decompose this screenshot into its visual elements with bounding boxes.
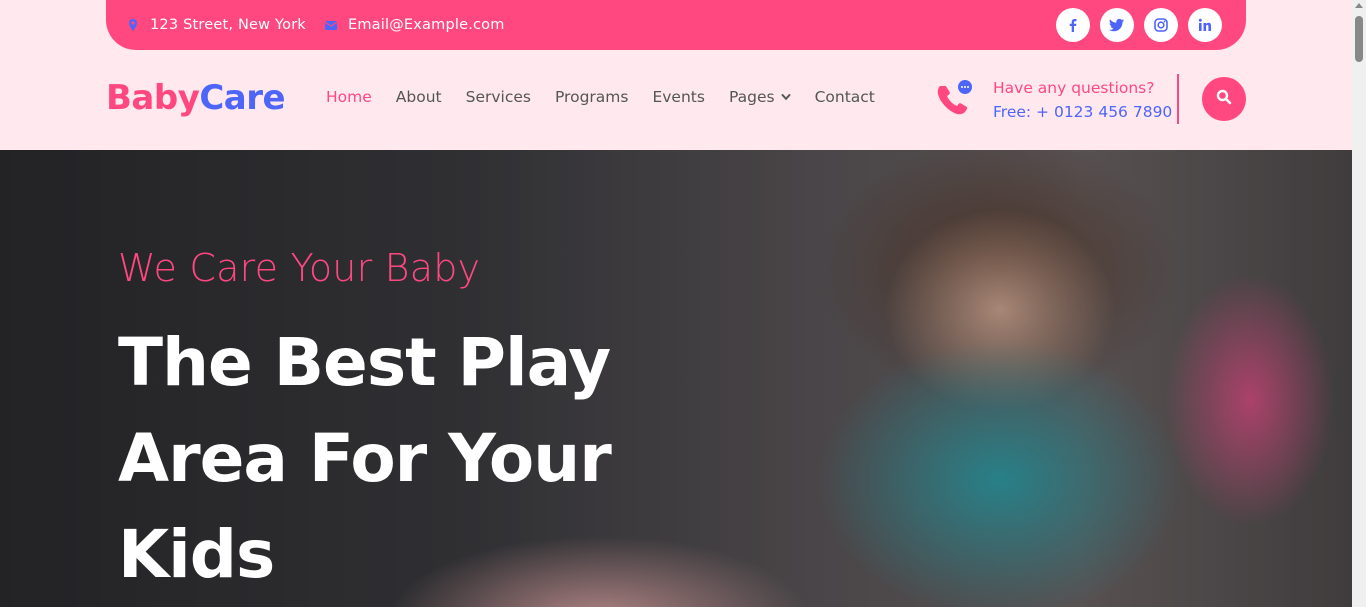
address-text: 123 Street, New York [150,17,306,33]
email-text: Email@Example.com [347,17,505,33]
nav-pages-label: Pages [728,88,775,106]
hero-section: We Care Your Baby The Best Play Area For… [0,150,1352,607]
search-button[interactable] [1202,77,1246,121]
nav-programs[interactable]: Programs [555,88,628,106]
main-nav: Home About Services Programs Events Page… [326,88,899,106]
twitter-icon[interactable] [1100,8,1134,42]
envelope-icon [324,18,338,32]
page-scrollbar[interactable] [1352,0,1366,607]
navbar: BabyCare Home About Services Programs Ev… [0,50,1366,150]
nav-events[interactable]: Events [652,88,704,106]
topbar-address: 123 Street, New York [126,17,306,33]
hero-subtitle: We Care Your Baby [118,246,481,290]
linkedin-icon[interactable] [1188,8,1222,42]
contact-info: Have any questions? Free: + 0123 456 789… [993,76,1172,124]
nav-contact[interactable]: Contact [815,88,875,106]
hero-title: The Best Play Area For Your Kids [118,324,612,593]
nav-home[interactable]: Home [326,88,372,106]
scroll-thumb[interactable] [1355,16,1363,62]
contact-question: Have any questions? [993,79,1155,97]
brand-part2: Care [199,78,286,118]
topbar-email[interactable]: Email@Example.com [324,17,505,33]
phone-chat-icon [934,78,976,120]
scroll-up-arrow[interactable] [1355,3,1363,8]
instagram-icon[interactable] [1144,8,1178,42]
social-links [1056,8,1222,42]
vertical-divider [1177,74,1179,124]
brand-part1: Baby [106,78,200,118]
chevron-down-icon [781,92,791,102]
topbar: 123 Street, New York Email@Example.com [106,0,1246,50]
nav-about[interactable]: About [396,88,442,106]
map-marker-icon [126,18,140,32]
nav-pages[interactable]: Pages [729,88,791,106]
contact-phone[interactable]: Free: + 0123 456 7890 [993,100,1172,124]
search-icon [1216,89,1232,109]
nav-services[interactable]: Services [466,88,531,106]
facebook-icon[interactable] [1056,8,1090,42]
brand-logo[interactable]: BabyCare [106,78,286,118]
